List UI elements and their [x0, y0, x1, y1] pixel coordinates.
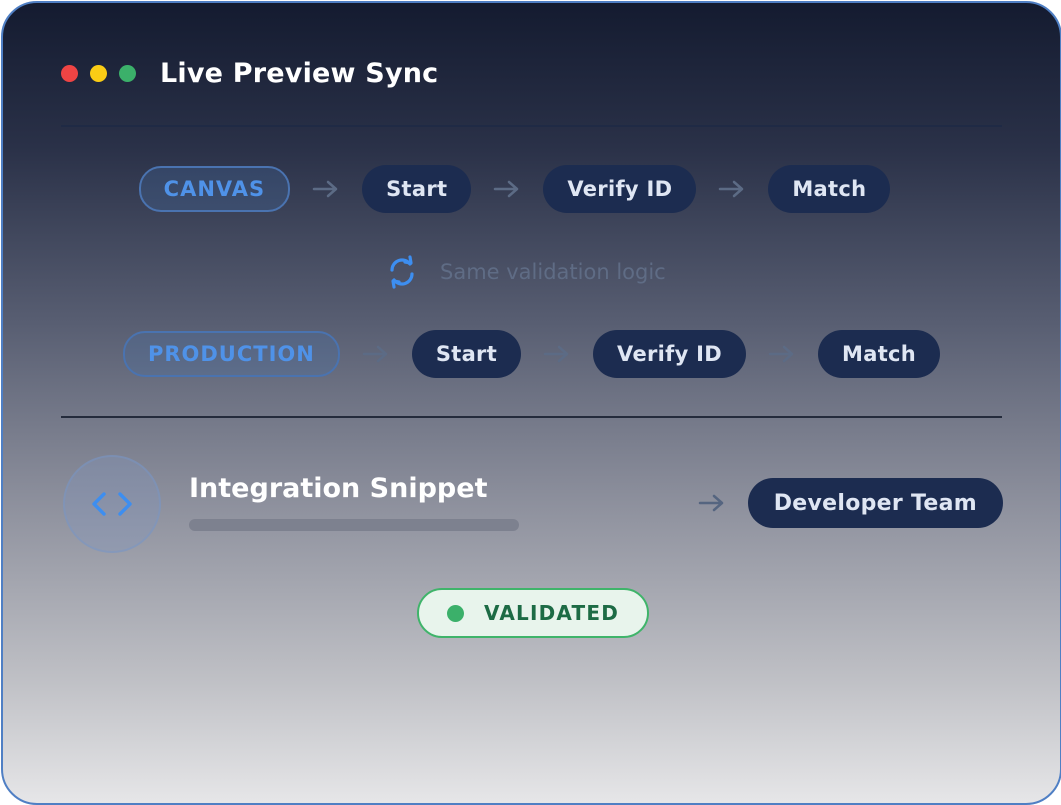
live-preview-card: Live Preview Sync CANVAS Start Verify ID…	[1, 1, 1061, 805]
code-icon	[92, 492, 132, 516]
section-divider	[61, 416, 1002, 418]
status-dot-icon	[447, 604, 464, 622]
sync-icon	[390, 255, 414, 289]
arrow-right-icon	[494, 180, 519, 198]
window-title: Live Preview Sync	[160, 57, 439, 89]
canvas-step-start[interactable]: Start	[362, 165, 472, 213]
env-pill-production: PRODUCTION	[122, 331, 340, 377]
close-window-dot[interactable]	[61, 64, 78, 82]
arrow-right-icon	[362, 345, 388, 363]
arrow-right-icon	[312, 180, 338, 198]
snippet-placeholder-bar	[189, 519, 519, 531]
status-label: VALIDATED	[484, 601, 620, 625]
env-pill-canvas: CANVAS	[138, 166, 291, 212]
sync-label: Same validation logic	[440, 260, 666, 284]
minimize-window-dot[interactable]	[90, 64, 107, 82]
snippet-title: Integration Snippet	[189, 473, 488, 504]
canvas-step-match[interactable]: Match	[768, 165, 891, 213]
maximize-window-dot[interactable]	[119, 64, 136, 82]
validated-status-badge: VALIDATED	[417, 588, 650, 638]
arrow-right-icon	[698, 494, 723, 512]
canvas-flow: CANVAS Start Verify ID Match	[3, 165, 1043, 213]
production-step-match[interactable]: Match	[818, 330, 941, 378]
production-step-verify-id[interactable]: Verify ID	[593, 330, 747, 378]
arrow-right-icon	[543, 345, 569, 363]
snippet-avatar	[63, 455, 161, 553]
arrow-right-icon	[719, 180, 744, 198]
header-divider	[61, 125, 1002, 127]
snippet-recipient-row: Developer Team	[698, 478, 1003, 528]
developer-team-pill[interactable]: Developer Team	[747, 478, 1003, 528]
canvas-step-verify-id[interactable]: Verify ID	[543, 165, 697, 213]
arrow-right-icon	[768, 345, 794, 363]
production-step-start[interactable]: Start	[411, 330, 522, 378]
window-titlebar: Live Preview Sync	[61, 53, 438, 93]
production-flow: PRODUCTION Start Verify ID Match	[3, 330, 1060, 378]
sync-row: Same validation logic	[386, 253, 666, 291]
